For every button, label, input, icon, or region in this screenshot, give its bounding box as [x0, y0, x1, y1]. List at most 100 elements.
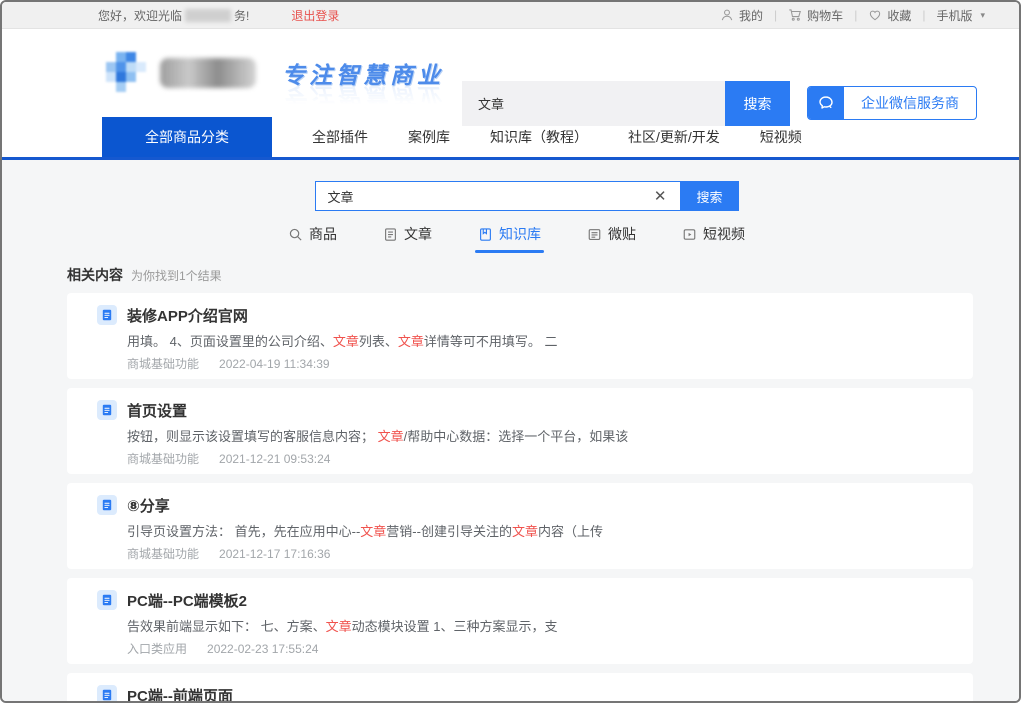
logo-pixel-icon [104, 50, 148, 96]
blurred-username [185, 9, 231, 22]
header-search-input[interactable] [462, 81, 725, 126]
document-icon [97, 590, 117, 610]
search-button[interactable]: 搜索 [681, 181, 739, 211]
snippet-keyword-highlight: 文章 [333, 334, 359, 349]
knowledge-icon [478, 227, 493, 242]
greeting-suffix: 务! [234, 7, 249, 24]
topbar-link-label: 手机版 [936, 7, 972, 24]
result-meta: 入口类应用 2022-02-23 17:55:24 [127, 642, 943, 656]
result-title-row: PC端--PC端模板2 [97, 590, 943, 610]
snippet-keyword-highlight: 文章 [360, 524, 386, 539]
wechat-work-icon [808, 87, 844, 119]
snippet-text: 营销--创建引导关注的 [386, 524, 512, 539]
result-snippet: 用填。 4、页面设置里的公司介绍、文章列表、文章详情等可不用填写。 二 [127, 333, 943, 351]
result-category: 商城基础功能 [127, 452, 199, 466]
snippet-text: 用填。 4、页面设置里的公司介绍、 [127, 334, 333, 349]
snippet-keyword-highlight: 文章 [512, 524, 538, 539]
result-card[interactable]: PC端--PC端模板2 告效果前端显示如下： 七、方案、文章动态模块设置 1、三… [67, 578, 973, 664]
cart-icon [788, 8, 802, 22]
tab-label: 知识库 [499, 224, 541, 244]
topbar-link-购物车[interactable]: 购物车 [788, 7, 843, 24]
snippet-text: 按钮，则显示该设置填写的客服信息内容； [127, 429, 378, 444]
result-card[interactable]: PC端--前端页面 前端页面装修设置如下： 1、页面设置、文章模块设置 2、前端… [67, 673, 973, 701]
result-meta: 商城基础功能 2021-12-17 17:16:36 [127, 547, 943, 561]
search-input[interactable] [316, 189, 641, 204]
topbar-link-label: 收藏 [887, 7, 911, 24]
result-title-row: 装修APP介绍官网 [97, 305, 943, 325]
document-icon [97, 305, 117, 325]
document-icon [97, 495, 117, 515]
nav-all-categories-button[interactable]: 全部商品分类 [102, 117, 272, 157]
nav-item-社区/更新/开发[interactable]: 社区/更新/开发 [628, 127, 720, 147]
tab-知识库[interactable]: 知识库 [478, 224, 541, 253]
wechat-work-button[interactable]: 企业微信服务商 [807, 86, 977, 120]
header-search: 搜索 [462, 81, 790, 126]
search-icon [288, 227, 303, 242]
nav-item-短视频[interactable]: 短视频 [760, 127, 802, 147]
tab-label: 商品 [309, 224, 337, 244]
result-title: PC端--PC端模板2 [127, 590, 247, 611]
browser-page: 您好，欢迎光临 务! 退出登录 我的|购物车|收藏|手机版▾ [0, 0, 1021, 703]
tab-短视频[interactable]: 短视频 [682, 224, 745, 253]
result-date: 2021-12-17 17:16:36 [219, 547, 330, 561]
chevron-down-icon: ▾ [980, 10, 985, 21]
result-meta: 商城基础功能 2021-12-21 09:53:24 [127, 452, 943, 466]
topbar-link-收藏[interactable]: 收藏 [868, 7, 911, 24]
greeting-prefix: 您好，欢迎光临 [98, 7, 182, 24]
topbar-greeting: 您好，欢迎光临 务! 退出登录 [98, 7, 339, 24]
snippet-keyword-highlight: 文章 [398, 334, 424, 349]
video-icon [682, 227, 697, 242]
result-date: 2021-12-21 09:53:24 [219, 452, 330, 466]
search-input-wrap: ✕ [315, 181, 681, 211]
snippet-text: 详情等可不用填写。 二 [424, 334, 558, 349]
result-title-row: ⑧分享 [97, 495, 943, 515]
clear-icon[interactable]: ✕ [641, 189, 680, 204]
nav-item-全部插件[interactable]: 全部插件 [312, 127, 368, 147]
nav-item-知识库（教程）[interactable]: 知识库（教程） [490, 127, 588, 147]
snippet-keyword-highlight: 文章 [326, 619, 352, 634]
topbar-links: 我的|购物车|收藏|手机版▾ [720, 7, 985, 24]
results-list: 装修APP介绍官网 用填。 4、页面设置里的公司介绍、文章列表、文章详情等可不用… [67, 293, 973, 701]
logout-link[interactable]: 退出登录 [291, 7, 339, 24]
topbar-separator: | [922, 8, 925, 22]
topbar-link-手机版[interactable]: 手机版 ▾ [936, 7, 985, 24]
header-search-button[interactable]: 搜索 [725, 81, 790, 126]
document-icon [97, 685, 117, 701]
result-title: PC端--前端页面 [127, 685, 233, 702]
result-date: 2022-04-19 11:34:39 [219, 357, 330, 371]
result-card[interactable]: ⑧分享 引导页设置方法： 首先，先在应用中心--文章营销--创建引导关注的文章内… [67, 483, 973, 569]
result-category: 入口类应用 [127, 642, 187, 656]
tab-商品[interactable]: 商品 [288, 224, 337, 253]
wechat-work-label: 企业微信服务商 [844, 87, 976, 119]
result-snippet: 引导页设置方法： 首先，先在应用中心--文章营销--创建引导关注的文章内容（上传 [127, 523, 943, 541]
tab-label: 短视频 [703, 224, 745, 244]
nav-item-案例库[interactable]: 案例库 [408, 127, 450, 147]
snippet-text: 列表、 [359, 334, 398, 349]
result-date: 2022-02-23 17:55:24 [207, 642, 318, 656]
result-card[interactable]: 装修APP介绍官网 用填。 4、页面设置里的公司介绍、文章列表、文章详情等可不用… [67, 293, 973, 379]
results-header: 相关内容 为你找到1个结果 [67, 265, 973, 285]
topbar-link-label: 我的 [739, 7, 763, 24]
snippet-text: 引导页设置方法： 首先，先在应用中心-- [127, 524, 360, 539]
result-title: 装修APP介绍官网 [127, 305, 248, 326]
result-type-tabs: 商品 文章 知识库 微贴 短视频 [8, 224, 1019, 253]
topbar-separator: | [854, 8, 857, 22]
result-title-row: PC端--前端页面 [97, 685, 943, 701]
topbar-link-我的[interactable]: 我的 [720, 7, 763, 24]
nav-items: 全部插件 案例库 知识库（教程） 社区/更新/开发 短视频 [272, 127, 802, 147]
tab-文章[interactable]: 文章 [383, 224, 432, 253]
document-icon [97, 400, 117, 420]
site-logo[interactable]: 专注智慧商业 专注智慧商业 [104, 47, 444, 99]
tab-label: 微贴 [608, 224, 636, 244]
post-icon [587, 227, 602, 242]
result-title: ⑧分享 [127, 495, 170, 516]
result-card[interactable]: 首页设置 按钮，则显示该设置填写的客服信息内容； 文章/帮助中心数据：选择一个平… [67, 388, 973, 474]
logo-slogan-wrap: 专注智慧商业 专注智慧商业 [282, 47, 444, 99]
tab-label: 文章 [404, 224, 432, 244]
snippet-text: /帮助中心数据：选择一个平台，如果该 [404, 429, 629, 444]
tab-微贴[interactable]: 微贴 [587, 224, 636, 253]
blurred-logo-text [160, 58, 256, 88]
snippet-text: 内容（上传 [538, 524, 603, 539]
article-icon [383, 227, 398, 242]
result-category: 商城基础功能 [127, 547, 199, 561]
